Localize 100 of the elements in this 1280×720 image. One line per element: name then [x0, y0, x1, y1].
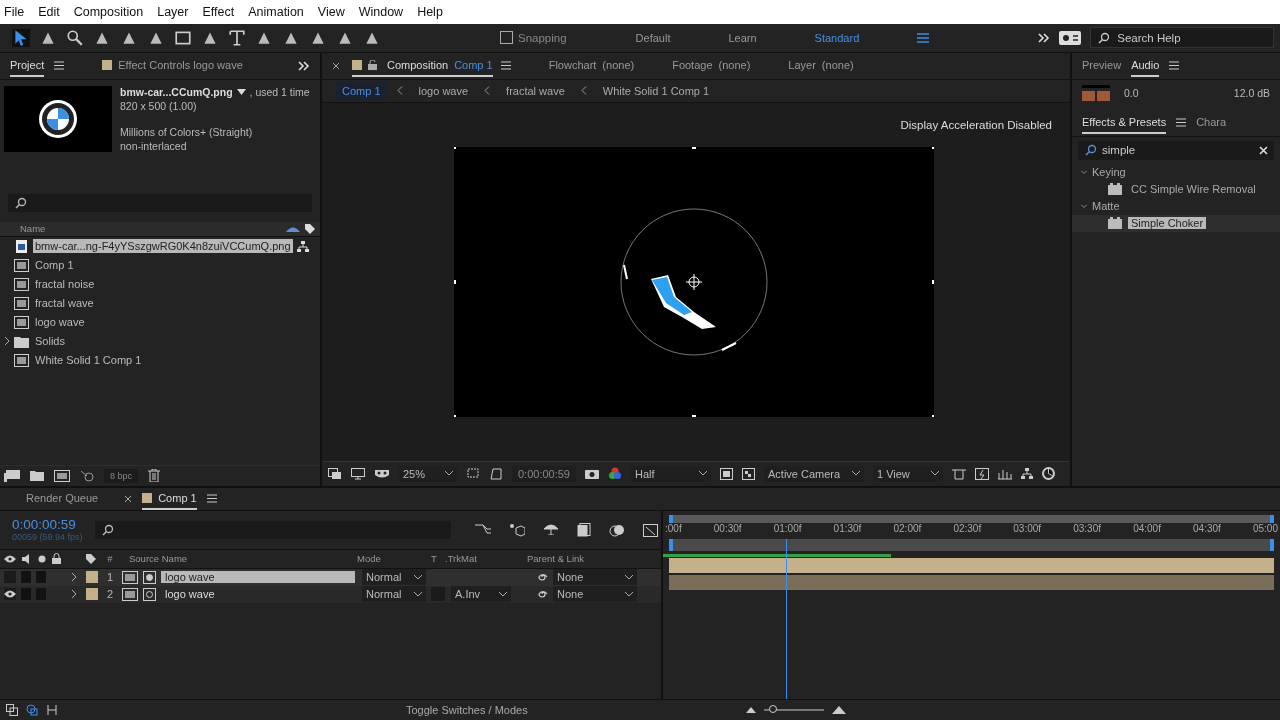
settings-icon[interactable]	[1059, 30, 1082, 45]
caret-icon[interactable]	[414, 574, 422, 580]
selection-tool-icon[interactable]	[12, 28, 30, 47]
zoom-slider-thumb[interactable]	[768, 705, 777, 714]
label-icon[interactable]	[304, 222, 316, 235]
fast-preview-icon[interactable]	[975, 467, 989, 480]
panel-tab[interactable]: Preview	[1082, 54, 1122, 77]
menu-item[interactable]: Window	[358, 4, 404, 19]
resolution-dropdown[interactable]: Half	[631, 465, 711, 482]
caret-icon[interactable]	[499, 591, 507, 597]
type-tool-icon[interactable]	[228, 28, 246, 47]
menu-item[interactable]: Edit	[38, 4, 60, 19]
search-input[interactable]: simple	[1102, 144, 1255, 157]
trash-icon[interactable]	[148, 469, 161, 483]
viewer-tab[interactable]: Layer (none)	[788, 54, 854, 77]
solo-switch[interactable]	[36, 571, 46, 584]
composition-flowchart-icon[interactable]	[474, 522, 491, 535]
caret-icon[interactable]	[625, 591, 633, 597]
pick-whip-icon[interactable]	[536, 571, 548, 584]
label-swatch[interactable]	[86, 571, 98, 584]
solo-icon[interactable]	[38, 554, 46, 563]
clear-icon[interactable]	[1259, 145, 1268, 155]
speaker-icon[interactable]	[22, 553, 32, 564]
menu-item[interactable]: Layer	[157, 4, 189, 19]
project-item[interactable]: Solids	[33, 334, 67, 349]
effect-category[interactable]: Keying	[1092, 166, 1126, 179]
chevrons-icon[interactable]	[298, 60, 310, 71]
transparency-grid-icon[interactable]	[489, 467, 503, 480]
sort-icon[interactable]	[286, 225, 300, 233]
close-icon[interactable]	[332, 61, 340, 70]
shy-icon[interactable]	[542, 522, 559, 535]
mode-dropdown[interactable]: Normal	[362, 586, 426, 603]
draft-3d-icon[interactable]	[508, 522, 525, 537]
current-time[interactable]: 0:00:00:59	[12, 517, 83, 533]
search-input[interactable]: Search Help	[1117, 31, 1267, 44]
audio-switch[interactable]	[21, 571, 31, 584]
menu-icon[interactable]	[1169, 61, 1180, 71]
layer-switches-icon[interactable]	[6, 704, 18, 717]
hierarchy-icon[interactable]	[1021, 468, 1033, 480]
menu-item[interactable]: Effect	[202, 4, 235, 19]
label-icon[interactable]	[85, 552, 97, 565]
column-header[interactable]: #	[103, 553, 117, 565]
viewer-tab[interactable]: Footage (none)	[672, 54, 751, 77]
caret-icon[interactable]	[445, 471, 453, 477]
motion-blur-icon[interactable]	[608, 522, 625, 537]
project-item[interactable]: Comp 1	[33, 258, 76, 273]
label-swatch[interactable]	[86, 588, 98, 601]
menu-icon[interactable]	[206, 494, 217, 504]
column-header[interactable]: Source Name	[129, 553, 351, 565]
project-item[interactable]: fractal wave	[33, 296, 96, 311]
interpret-footage-icon[interactable]	[4, 469, 20, 482]
effect-name[interactable]: CC Simple Wire Removal	[1128, 183, 1259, 196]
breadcrumb[interactable]: White Solid 1 Comp 1	[596, 81, 716, 100]
caret-icon[interactable]	[625, 574, 633, 580]
hierarchy-icon[interactable]	[296, 240, 309, 252]
menu-item[interactable]: View	[317, 4, 345, 19]
menu-item[interactable]: Composition	[73, 4, 144, 19]
visibility-switch[interactable]	[4, 588, 16, 601]
caret-icon[interactable]	[852, 471, 860, 477]
search-bar[interactable]: Search Help	[1090, 27, 1274, 49]
search-bar[interactable]: simple	[1078, 140, 1274, 160]
menu-icon[interactable]	[54, 61, 65, 71]
caret-icon[interactable]	[699, 471, 707, 477]
layer-duration-bar[interactable]	[669, 557, 1274, 573]
menu-icon[interactable]	[1176, 118, 1187, 128]
reset-exposure-icon[interactable]	[1042, 467, 1055, 481]
color-channels-icon[interactable]	[608, 467, 622, 481]
folder-icon[interactable]	[30, 470, 44, 482]
camera-dropdown[interactable]: Active Camera	[764, 465, 864, 482]
column-header[interactable]: T	[431, 553, 439, 565]
snapping-checkbox[interactable]: Snapping	[500, 31, 567, 45]
panel-tab[interactable]: Chara	[1196, 111, 1227, 134]
viewer-tab[interactable]: Flowchart (none)	[548, 54, 635, 77]
search-field[interactable]	[94, 520, 451, 539]
panel-tab[interactable]: Project	[10, 54, 45, 77]
composition-icon[interactable]	[54, 469, 70, 482]
region-icon[interactable]	[466, 467, 480, 481]
effect-name[interactable]: Simple Choker	[1128, 217, 1207, 230]
panel-tab[interactable]: Render Queue	[26, 487, 99, 510]
zoom-in-icon[interactable]	[831, 706, 846, 715]
lock-icon[interactable]	[368, 59, 377, 70]
effect-category[interactable]: Matte	[1092, 200, 1120, 213]
zoom-dropdown[interactable]: 25%	[399, 465, 457, 482]
checkerboard-icon[interactable]	[742, 467, 755, 480]
close-icon[interactable]	[124, 494, 133, 503]
caret-icon[interactable]	[414, 591, 422, 597]
layer-name[interactable]: logo wave	[161, 588, 355, 601]
in-out-icon[interactable]	[46, 704, 58, 717]
caret-icon[interactable]	[931, 471, 939, 477]
column-header[interactable]: .TrkMat	[445, 553, 521, 565]
menu-item[interactable]: Help	[417, 4, 443, 19]
zoom-out-icon[interactable]	[745, 707, 756, 714]
mask-icon[interactable]	[374, 467, 390, 480]
workspace-tab[interactable]: Standard	[814, 31, 860, 44]
viewer-tab[interactable]: Composition Comp 1	[352, 54, 493, 77]
lock-icon[interactable]	[52, 553, 61, 565]
flowchart-icon[interactable]	[80, 469, 94, 482]
timecode-field[interactable]: 0:00:00:59	[512, 465, 576, 482]
track-matte-dropdown[interactable]: A.Inv	[451, 586, 511, 603]
layer-duration-bar[interactable]	[669, 574, 1274, 590]
